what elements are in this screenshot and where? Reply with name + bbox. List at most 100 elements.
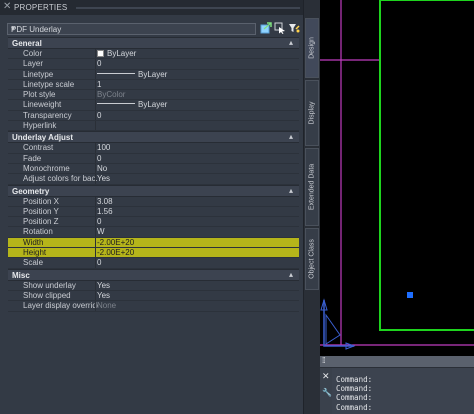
tab-design[interactable]: Design [305,18,319,78]
column-divider[interactable] [95,143,96,153]
property-row-hyperlink[interactable]: Hyperlink [8,121,299,132]
property-row-layer[interactable]: Layer 0 [8,59,299,70]
property-value[interactable]: Yes [97,291,110,300]
tab-object-class[interactable]: Object Class [305,228,319,290]
wrench-icon[interactable]: 🔧 [322,388,332,397]
property-value[interactable]: -2.00E+20 [97,238,134,247]
property-value[interactable]: 100 [97,143,110,152]
property-value[interactable]: 0 [97,217,101,226]
property-row-fade[interactable]: Fade 0 [8,153,299,164]
column-divider[interactable] [95,258,96,268]
palette-title-bar[interactable]: ✕ PROPERTIES [0,0,303,15]
property-row-width[interactable]: Width -2.00E+20 [8,237,299,249]
property-row-height[interactable]: Height -2.00E+20 [8,248,299,259]
category-header-underlay-adjust[interactable]: Underlay Adjust ▴ [8,131,299,144]
property-row-monochrome[interactable]: Monochrome No [8,163,299,175]
property-value[interactable]: 0 [97,111,101,120]
column-divider[interactable] [95,163,96,174]
property-row-contrast[interactable]: Contrast 100 [8,143,299,154]
chevron-up-icon[interactable]: ▴ [289,186,293,195]
property-value[interactable]: ByLayer [97,70,167,79]
property-row-plot-style[interactable]: Plot style ByColor [8,90,299,101]
column-divider[interactable] [95,301,96,311]
property-label: Layer display override [23,301,98,311]
property-value[interactable]: Yes [97,281,110,290]
column-divider[interactable] [95,280,96,290]
property-row-position-z[interactable]: Position Z 0 [8,217,299,228]
property-value[interactable]: 1.56 [97,207,113,216]
property-label: Position Y [23,206,59,216]
property-row-layer-display-override[interactable]: Layer display override None [8,301,299,312]
close-icon[interactable]: ✕ [3,1,11,12]
property-value[interactable]: 1 [97,80,101,89]
command-window-header[interactable]: ⁞⁞ [320,356,474,367]
property-row-show-clipped[interactable]: Show clipped Yes [8,290,299,302]
toggle-pickadd-icon[interactable] [260,22,272,34]
property-row-color[interactable]: Color ByLayer [8,49,299,60]
property-value[interactable]: -2.00E+20 [97,248,134,257]
property-row-position-y[interactable]: Position Y 1.56 [8,206,299,218]
title-grip[interactable] [76,7,300,9]
chevron-up-icon[interactable]: ▴ [289,270,293,279]
property-value[interactable]: ByColor [97,90,125,99]
property-row-linetype[interactable]: Linetype ByLayer [8,69,299,80]
column-divider[interactable] [95,237,96,248]
property-value[interactable]: ByLayer [97,100,167,109]
column-divider[interactable] [95,153,96,163]
chevron-up-icon[interactable]: ▴ [289,132,293,141]
category-title: General [12,39,42,48]
select-objects-icon[interactable] [274,22,286,34]
column-divider[interactable] [95,121,96,131]
drawing-canvas[interactable] [320,0,474,356]
property-value[interactable]: No [97,164,107,173]
property-row-linetype-scale[interactable]: Linetype scale 1 [8,79,299,91]
quick-select-icon[interactable] [288,22,300,34]
column-divider[interactable] [95,290,96,301]
property-value[interactable]: 3.08 [97,197,113,206]
property-value[interactable]: None [97,301,116,310]
property-row-lineweight[interactable]: Lineweight ByLayer [8,100,299,111]
property-row-show-underlay[interactable]: Show underlay Yes [8,280,299,291]
property-label: Rotation [23,227,53,237]
property-row-position-x[interactable]: Position X 3.08 [8,196,299,207]
chevron-down-icon[interactable]: ▾ [11,24,252,33]
property-row-rotation[interactable]: Rotation W [8,227,299,238]
drag-handle-icon[interactable]: ⁞⁞ [322,356,326,365]
property-value[interactable]: 0 [97,258,101,267]
column-divider[interactable] [95,206,96,217]
command-history[interactable]: Command: Command: Command: Command: [332,368,474,414]
column-divider[interactable] [95,49,96,59]
column-divider[interactable] [95,227,96,237]
property-label: Lineweight [23,100,62,110]
property-value[interactable]: ByLayer [97,49,136,58]
property-value[interactable]: Yes [97,174,110,183]
property-value[interactable]: W [97,227,105,236]
column-divider[interactable] [95,69,96,79]
property-value-text: 100 [97,143,111,153]
property-row-scale[interactable]: Scale 0 [8,258,299,269]
column-divider[interactable] [95,90,96,100]
close-icon[interactable]: ✕ [322,371,330,382]
tab-display[interactable]: Display [305,80,319,146]
column-divider[interactable] [95,174,96,184]
column-divider[interactable] [95,100,96,110]
grip-point [407,292,413,298]
property-value[interactable]: 0 [97,59,101,68]
category-header-geometry[interactable]: Geometry ▴ [8,184,299,197]
category-header-general[interactable]: General ▴ [8,37,299,49]
property-row-transparency[interactable]: Transparency 0 [8,110,299,122]
column-divider[interactable] [95,196,96,206]
column-divider[interactable] [95,79,96,90]
chevron-up-icon[interactable]: ▴ [289,38,293,47]
property-row-adjust-colors-for-bac[interactable]: Adjust colors for bac... Yes [8,174,299,185]
column-divider[interactable] [95,110,96,121]
drawing-geometry [320,0,474,356]
tab-extended-data[interactable]: Extended Data [305,148,319,226]
column-divider[interactable] [95,217,96,227]
property-value[interactable]: 0 [97,154,101,163]
category-header-misc[interactable]: Misc ▴ [8,268,299,281]
linetype-preview [97,72,135,74]
column-divider[interactable] [95,248,96,258]
column-divider[interactable] [95,59,96,69]
object-type-select[interactable]: PDF Underlay ▾ [7,23,256,35]
